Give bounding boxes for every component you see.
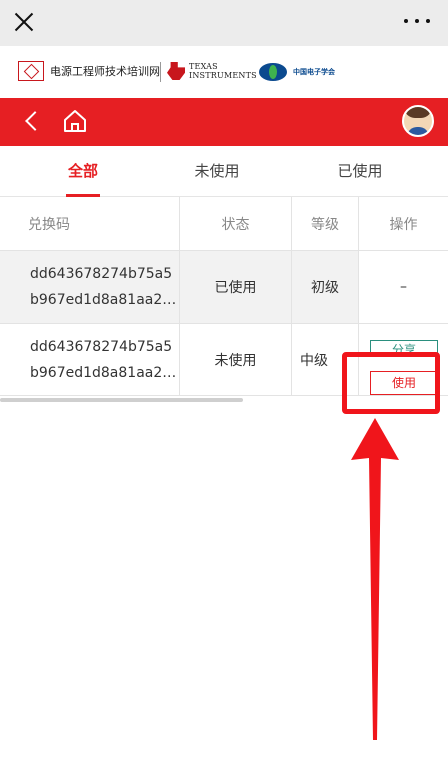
code-line1: dd643678274b75a5 (30, 338, 173, 355)
training-net-logo: 电源工程师技术培训网 (18, 61, 160, 81)
table-header: 兑换码 状态 等级 操作 (0, 197, 448, 251)
horizontal-scrollbar[interactable] (0, 398, 243, 402)
grade-text: 中级 (300, 352, 328, 369)
header-code: 兑换码 (0, 197, 180, 250)
code-line2: b967ed1d8a81aa2… (30, 292, 177, 308)
status-cell: 已使用 (180, 251, 292, 323)
back-chevron-icon[interactable] (22, 111, 42, 131)
ti-logo-icon (167, 62, 185, 80)
header-status: 状态 (180, 197, 292, 250)
annotation-arrow-icon (351, 418, 399, 740)
tab-unused[interactable]: 未使用 (167, 146, 267, 197)
cie-logo: 中国电子学会 (259, 63, 335, 81)
header-action: 操作 (389, 216, 418, 233)
home-icon[interactable] (62, 109, 88, 133)
code-line2: b967ed1d8a81aa2… (30, 364, 177, 381)
nav-bar (0, 98, 448, 146)
ti-logo-line1: TEXAS (189, 62, 218, 71)
header-grade: 等级 (292, 197, 359, 250)
code-cell: dd643678274b75a5 b967ed1d8a81aa2… (0, 251, 180, 323)
cie-logo-icon (259, 63, 287, 81)
training-net-name: 电源工程师技术培训网 (50, 65, 160, 78)
top-bar (0, 0, 448, 46)
avatar[interactable] (402, 105, 434, 137)
logo-divider (160, 62, 161, 82)
code-line1: dd643678274b75a5 (30, 266, 173, 282)
ti-logo: TEXAS INSTRUMENTS (167, 62, 257, 80)
close-icon[interactable] (11, 9, 37, 35)
grade-cell: 初级 (292, 251, 359, 323)
filter-tabs: 全部 未使用 已使用 (0, 146, 448, 197)
logo-bar: 电源工程师技术培训网 TEXAS INSTRUMENTS 中国电子学会 (0, 46, 448, 98)
tab-all[interactable]: 全部 (33, 146, 133, 197)
annotation-highlight-box (342, 352, 440, 414)
table-row: dd643678274b75a5 b967ed1d8a81aa2… 已使用 初级… (0, 251, 448, 324)
code-cell: dd643678274b75a5 b967ed1d8a81aa2… (0, 324, 180, 395)
cie-logo-text: 中国电子学会 (293, 68, 335, 76)
training-net-logo-icon (18, 61, 44, 81)
more-icon[interactable] (404, 17, 430, 25)
tab-used[interactable]: 已使用 (310, 146, 410, 197)
ti-logo-line2: INSTRUMENTS (189, 71, 257, 80)
status-cell: 未使用 (180, 324, 292, 395)
action-cell: – (400, 279, 407, 295)
